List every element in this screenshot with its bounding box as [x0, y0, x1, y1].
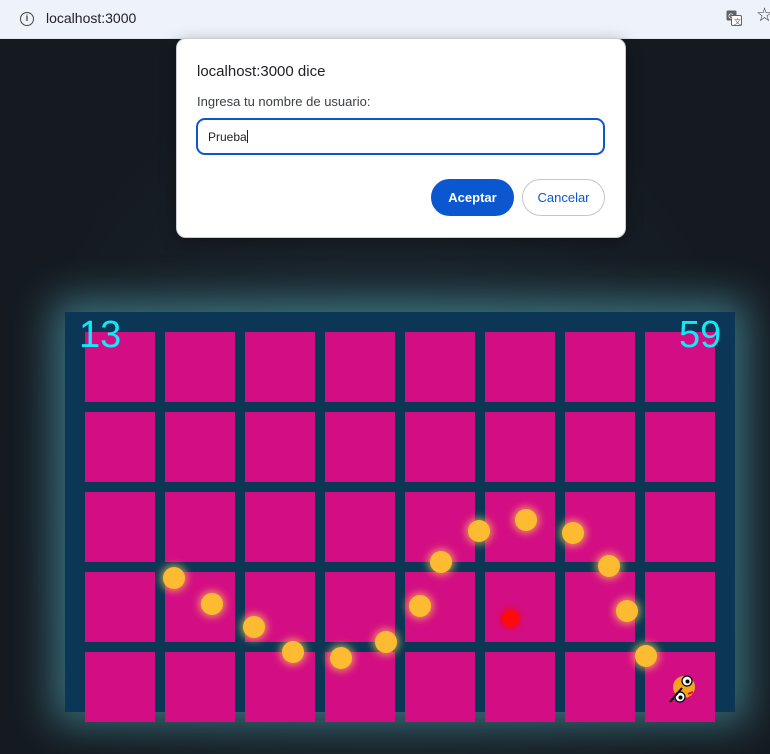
trail-ball [330, 647, 352, 669]
trail-ball [409, 595, 431, 617]
board-cell [325, 332, 395, 402]
board-cell [165, 492, 235, 562]
board-cell [485, 652, 555, 722]
player-character [669, 675, 695, 703]
address-bar[interactable]: i localhost:3000 [8, 4, 720, 34]
trail-ball [468, 520, 490, 542]
board-cell [565, 332, 635, 402]
board-cell [165, 332, 235, 402]
trail-ball [163, 567, 185, 589]
trail-ball [562, 522, 584, 544]
score-left: 13 [79, 314, 122, 356]
trail-ball [598, 555, 620, 577]
board-cell [405, 412, 475, 482]
board-cell [85, 492, 155, 562]
board-cell [85, 572, 155, 642]
cancel-button[interactable]: Cancelar [522, 179, 605, 216]
dialog-message: Ingresa tu nombre de usuario: [197, 94, 371, 109]
board-cell [85, 412, 155, 482]
trail-ball [375, 631, 397, 653]
board-cell [165, 412, 235, 482]
board-cell [165, 652, 235, 722]
board-cell [85, 652, 155, 722]
username-input[interactable]: Prueba [196, 118, 605, 155]
prompt-dialog: localhost:3000 dice Ingresa tu nombre de… [176, 38, 626, 238]
dialog-title: localhost:3000 dice [197, 63, 326, 80]
board-cell [245, 332, 315, 402]
board-cell [485, 572, 555, 642]
url-text[interactable]: localhost:3000 [46, 10, 136, 26]
board-cell [245, 652, 315, 722]
svg-text:文: 文 [734, 17, 741, 26]
trail-ball [635, 645, 657, 667]
trail-ball [515, 509, 537, 531]
board-cell [645, 492, 715, 562]
board-cell [405, 652, 475, 722]
red-dot [502, 610, 519, 627]
board-cell [405, 332, 475, 402]
board-cell [325, 492, 395, 562]
trail-ball [616, 600, 638, 622]
bookmark-star-icon[interactable]: ☆ [756, 6, 770, 26]
accept-button[interactable]: Aceptar [431, 179, 514, 216]
score-right: 59 [679, 314, 722, 356]
svg-text:G: G [728, 14, 733, 21]
board-cell [485, 412, 555, 482]
info-icon[interactable]: i [20, 12, 34, 26]
username-input-value[interactable]: Prueba [208, 130, 248, 144]
translate-icon[interactable]: G 文 [726, 10, 742, 26]
board-cell [245, 412, 315, 482]
board-cell [325, 412, 395, 482]
trail-ball [282, 641, 304, 663]
browser-toolbar: i localhost:3000 G 文 ☆ [0, 0, 770, 39]
board-cell [485, 332, 555, 402]
board-cell [645, 412, 715, 482]
board-cell [245, 492, 315, 562]
board-cell [565, 412, 635, 482]
trail-ball [201, 593, 223, 615]
board-cell [565, 652, 635, 722]
trail-ball [243, 616, 265, 638]
board-cell [645, 572, 715, 642]
trail-ball [430, 551, 452, 573]
